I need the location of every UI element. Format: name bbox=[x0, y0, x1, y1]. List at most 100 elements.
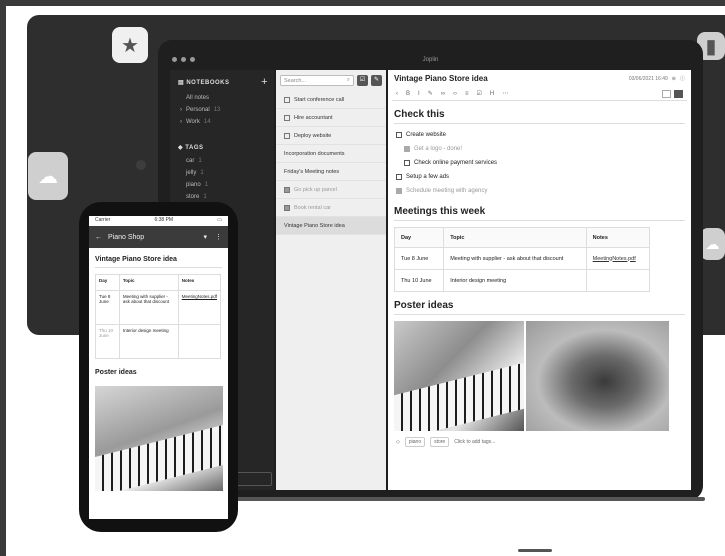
sidebar-tag[interactable]: jelly 1 bbox=[170, 167, 274, 179]
note-list-item[interactable]: Friday's Meeting notes bbox=[276, 163, 386, 181]
tag-chip[interactable]: piano bbox=[404, 437, 426, 447]
phone-note-title: Vintage Piano Store idea bbox=[95, 256, 222, 268]
todo-checkbox[interactable] bbox=[284, 114, 290, 121]
todo-item[interactable]: Get a logo - done! bbox=[388, 142, 691, 156]
clock-label: 6:38 PM bbox=[154, 217, 174, 223]
editor-mode-toggle[interactable] bbox=[674, 89, 683, 98]
todo-item[interactable]: Create website bbox=[388, 128, 691, 142]
phone-heading-poster: Poster ideas bbox=[95, 369, 137, 376]
dropdown-icon[interactable]: ▾ bbox=[203, 233, 207, 241]
todo-item[interactable]: Schedule meeting with agency bbox=[388, 184, 691, 198]
todo-item[interactable]: Setup a few ads bbox=[388, 170, 691, 184]
heading-check-this: Check this bbox=[394, 109, 685, 124]
laptop-base bbox=[200, 497, 705, 501]
decor-dot bbox=[136, 160, 146, 170]
italic-icon[interactable]: I bbox=[418, 91, 420, 97]
note-list-item[interactable]: Hire accountant bbox=[276, 109, 386, 127]
phone-nav-bar: ← Piano Shop ▾ ⋮ bbox=[89, 226, 228, 248]
phone-nav-title: Piano Shop bbox=[108, 233, 145, 241]
more-icon[interactable]: ⋯ bbox=[502, 90, 508, 97]
star-badge-icon: ★ bbox=[112, 27, 148, 63]
poster-images bbox=[394, 321, 685, 431]
todo-checkbox[interactable] bbox=[284, 132, 290, 139]
attachment-link[interactable]: MeetingNotes.pdf bbox=[182, 294, 217, 299]
highlight-icon[interactable]: ✎ bbox=[428, 90, 433, 97]
todo-checkbox[interactable] bbox=[284, 186, 290, 193]
heading-poster-ideas: Poster ideas bbox=[394, 300, 685, 315]
table-row: Thu 10 June Interior design meeting bbox=[393, 269, 651, 292]
table-row: Thu 10 June Interior design meeting bbox=[95, 324, 222, 359]
sidebar-item-all-notes[interactable]: All notes bbox=[170, 92, 274, 104]
add-notebook-button[interactable]: + bbox=[261, 76, 268, 88]
phone-device: Carrier 6:38 PM ▭ ← Piano Shop ▾ ⋮ Vintag… bbox=[79, 202, 238, 532]
window-title: Joplin bbox=[422, 57, 439, 63]
sidebar-tag[interactable]: car 1 bbox=[170, 155, 274, 167]
note-list-item[interactable]: Book rental car bbox=[276, 199, 386, 217]
todo-checkbox[interactable] bbox=[396, 174, 402, 180]
info-icon[interactable]: ⓘ bbox=[680, 75, 685, 82]
laptop-device: Joplin ▤ NOTEBOOKS + All notes › Personal… bbox=[158, 40, 703, 500]
search-input[interactable]: Search... ⌕ bbox=[280, 75, 354, 86]
phone-screen: Carrier 6:38 PM ▭ ← Piano Shop ▾ ⋮ Vintag… bbox=[89, 216, 228, 519]
chevron-right-icon: › bbox=[180, 119, 182, 125]
notebooks-header: ▤ NOTEBOOKS + bbox=[178, 76, 268, 88]
link-icon[interactable]: ∞ bbox=[441, 91, 445, 97]
code-icon[interactable]: ‹› bbox=[453, 91, 457, 97]
sidebar-item-work[interactable]: › Work 14 bbox=[170, 116, 274, 128]
note-timestamp: 03/06/2021 16:49 bbox=[628, 75, 668, 82]
bold-icon[interactable]: B bbox=[406, 91, 410, 97]
note-editor: Vintage Piano Store idea 03/06/2021 16:4… bbox=[388, 70, 691, 490]
kebab-menu-icon[interactable]: ⋮ bbox=[215, 233, 222, 241]
back-icon[interactable]: ‹ bbox=[396, 91, 398, 97]
editor-layout-toggle[interactable] bbox=[662, 89, 671, 98]
sidebar-tag[interactable]: piano 1 bbox=[170, 179, 274, 191]
editor-title-row: Vintage Piano Store idea 03/06/2021 16:4… bbox=[388, 70, 691, 87]
phone-meetings-table: Day Topic Notes Tue 8 June Meeting with … bbox=[95, 274, 222, 359]
add-tags-link[interactable]: Click to add tags... bbox=[454, 439, 495, 445]
sidebar-item-personal[interactable]: › Personal 13 bbox=[170, 104, 274, 116]
piano-keys-image bbox=[394, 321, 524, 431]
scroll-indicator bbox=[518, 549, 552, 552]
left-edge bbox=[0, 0, 6, 556]
heading-icon[interactable]: H bbox=[490, 91, 494, 97]
new-note-button[interactable]: ✎ bbox=[371, 75, 382, 86]
todo-checkbox[interactable] bbox=[284, 96, 290, 103]
carrier-label: Carrier bbox=[95, 217, 111, 223]
todo-checkbox[interactable] bbox=[404, 146, 410, 152]
note-tags-bar: ◇ piano store Click to add tags... bbox=[388, 431, 691, 453]
search-icon: ⌕ bbox=[346, 77, 350, 83]
note-list-item-selected[interactable]: Vintage Piano Store idea bbox=[276, 217, 386, 235]
cloud-badge-icon: ☁ bbox=[28, 152, 68, 200]
battery-icon: ▭ bbox=[217, 217, 222, 223]
note-list-item[interactable]: Deploy website bbox=[276, 127, 386, 145]
todo-item[interactable]: Check online payment services bbox=[388, 156, 691, 170]
note-list-item[interactable]: Start conference call bbox=[276, 91, 386, 109]
note-list: Search... ⌕ ☑ ✎ Start conference call Hir… bbox=[276, 70, 386, 490]
back-arrow-icon[interactable]: ← bbox=[95, 234, 102, 241]
sync-badge-icon: ☁ bbox=[700, 228, 725, 260]
table-header-row: Day Topic Notes bbox=[95, 274, 222, 291]
list-icon[interactable]: ≡ bbox=[465, 91, 469, 97]
todo-checkbox[interactable] bbox=[396, 188, 402, 194]
todo-checkbox[interactable] bbox=[404, 160, 410, 166]
new-todo-button[interactable]: ☑ bbox=[357, 75, 368, 86]
todo-checkbox[interactable] bbox=[284, 204, 290, 211]
todo-checkbox[interactable] bbox=[396, 132, 402, 138]
chevron-right-icon: › bbox=[180, 107, 182, 113]
editor-toolbar: ‹ B I ✎ ∞ ‹› ≡ ☑ H ⋯ bbox=[392, 87, 687, 101]
tag-chip[interactable]: store bbox=[430, 437, 450, 447]
attachment-link[interactable]: MeetingNotes.pdf bbox=[593, 256, 636, 262]
note-list-item[interactable]: Go pick up parcel bbox=[276, 181, 386, 199]
checklist-icon[interactable]: ☑ bbox=[477, 90, 482, 97]
note-title[interactable]: Vintage Piano Store idea bbox=[394, 74, 488, 83]
table-header-row: Day Topic Notes bbox=[393, 227, 651, 248]
phone-status-bar: Carrier 6:38 PM ▭ bbox=[89, 216, 228, 226]
note-list-item[interactable]: Incorporation documents bbox=[276, 145, 386, 163]
table-row: Tue 8 June Meeting with supplier - ask a… bbox=[95, 290, 222, 325]
meetings-table: Day Topic Notes Tue 8 June Meeting with … bbox=[393, 227, 651, 292]
search-row: Search... ⌕ ☑ ✎ bbox=[276, 70, 386, 91]
heading-meetings: Meetings this week bbox=[394, 206, 685, 221]
globe-icon[interactable]: ⊕ bbox=[672, 76, 676, 82]
table-row: Tue 8 June Meeting with supplier - ask a… bbox=[393, 247, 651, 270]
tag-icon: ◇ bbox=[396, 439, 400, 445]
